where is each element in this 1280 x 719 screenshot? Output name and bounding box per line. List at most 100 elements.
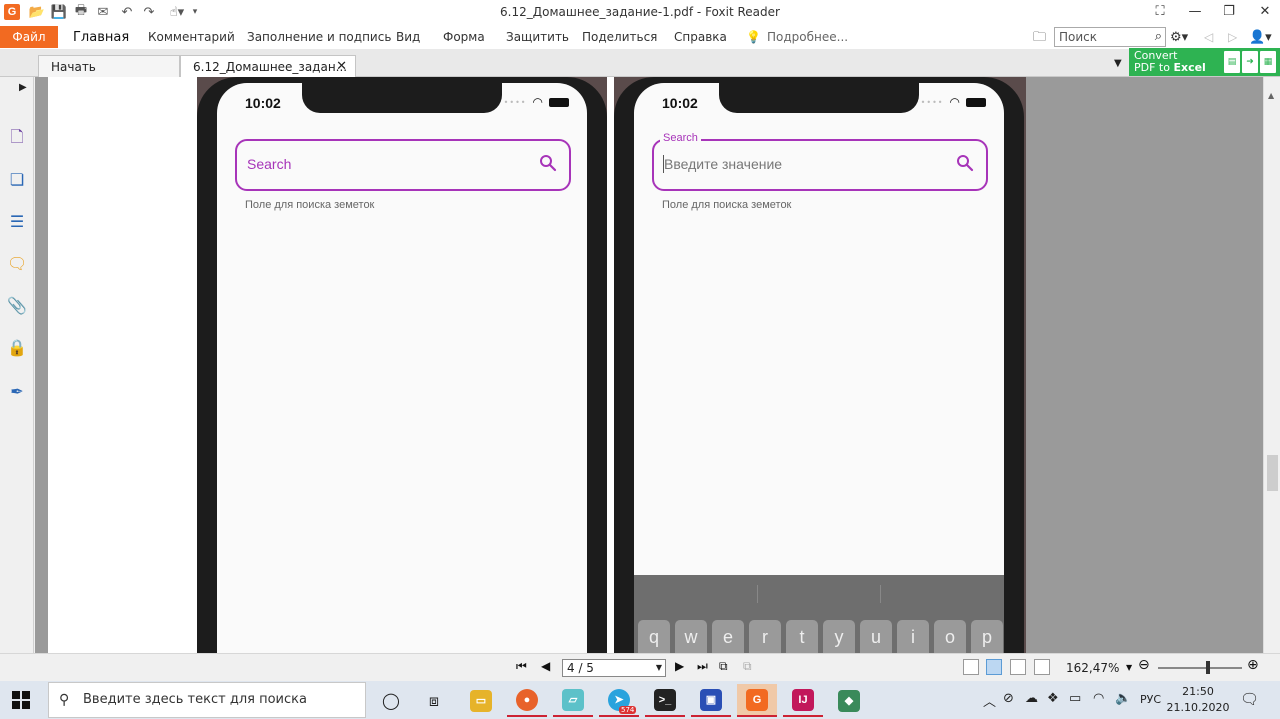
keyboard-suggestion-bar: [634, 575, 1004, 611]
search-magnifier-icon[interactable]: [956, 154, 974, 172]
key-p[interactable]: p: [971, 620, 1003, 653]
menu-form[interactable]: Форма: [443, 25, 485, 49]
search-field-focused[interactable]: Введите значение: [652, 139, 988, 191]
lightbulb-icon: 💡: [746, 30, 761, 44]
previous-page-icon[interactable]: ◀: [541, 659, 550, 673]
action-center-icon[interactable]: 🗨: [1240, 690, 1259, 708]
task-view-icon[interactable]: ⧈: [414, 684, 454, 717]
zoom-dropdown-icon[interactable]: ▼: [1126, 663, 1132, 672]
key-o[interactable]: o: [934, 620, 966, 653]
last-page-icon[interactable]: ⏭: [697, 659, 708, 674]
menu-help[interactable]: Справка: [674, 25, 727, 49]
input-language[interactable]: РУС: [1140, 693, 1161, 706]
menu-protect[interactable]: Защитить: [506, 25, 569, 49]
page-number-input[interactable]: 4 / 5 ▼: [562, 659, 666, 677]
search-field-placeholder: Search: [247, 156, 292, 172]
close-window-button[interactable]: ✕: [1250, 2, 1280, 22]
windows-start-icon[interactable]: [12, 691, 30, 709]
dropbox-icon[interactable]: ❖: [1047, 691, 1059, 706]
key-t[interactable]: t: [786, 620, 818, 653]
menu-home[interactable]: Главная: [73, 25, 129, 49]
continuous-facing-view-icon[interactable]: [1034, 659, 1050, 675]
file-explorer-icon[interactable]: ▭: [461, 684, 501, 717]
show-hidden-icons-chevron[interactable]: ︿: [983, 691, 996, 710]
minimize-button[interactable]: —: [1180, 2, 1210, 22]
key-w[interactable]: w: [675, 620, 707, 653]
scrollbar-thumb[interactable]: [1267, 455, 1278, 491]
menu-fill-sign[interactable]: Заполнение и подпись: [247, 25, 391, 49]
bookmark-page-icon[interactable]: 🗋: [7, 127, 27, 147]
attachments-paperclip-icon[interactable]: 📎: [7, 296, 27, 316]
key-q[interactable]: q: [638, 620, 670, 653]
zoom-in-icon[interactable]: ⊕: [1247, 657, 1259, 673]
network-wifi-icon[interactable]: ◠: [1093, 691, 1104, 706]
cortana-circle-icon[interactable]: ◯: [371, 684, 411, 717]
onedrive-cloud-icon[interactable]: ☁: [1025, 691, 1038, 706]
back-arrow-icon[interactable]: ◁: [1204, 25, 1213, 49]
firefox-icon[interactable]: ●: [507, 684, 547, 717]
key-u[interactable]: u: [860, 620, 892, 653]
document-viewport[interactable]: 10:02 •••• ◠ Search Поле для поиска земе…: [35, 77, 1263, 653]
search-icon[interactable]: ⌕: [1155, 28, 1162, 46]
tabs-dropdown-icon[interactable]: ▼: [1114, 58, 1122, 69]
terminal-icon[interactable]: >_: [645, 684, 685, 717]
first-page-icon[interactable]: ⏮: [516, 659, 527, 674]
key-y[interactable]: y: [823, 620, 855, 653]
tab-document[interactable]: 6.12_Домашнее_задан... ✕: [180, 55, 356, 77]
settings-gear-icon[interactable]: ⚙▾: [1170, 25, 1188, 49]
zoom-slider-track[interactable]: [1158, 667, 1242, 669]
status-bar: ⏮ ◀ 4 / 5 ▼ ▶ ⏭ ⧉ ⧉ 162,47% ▼ ⊖ ⊕: [0, 653, 1280, 681]
zoom-level[interactable]: 162,47%: [1066, 661, 1119, 675]
next-page-icon[interactable]: ▶: [675, 659, 684, 673]
telegram-icon[interactable]: ➤ 574: [599, 684, 639, 717]
vertical-scrollbar[interactable]: ▲: [1263, 77, 1280, 653]
facing-view-icon[interactable]: [1010, 659, 1026, 675]
menu-share[interactable]: Поделиться: [582, 25, 657, 49]
forward-arrow-icon[interactable]: ▷: [1228, 25, 1237, 49]
key-i[interactable]: i: [897, 620, 929, 653]
zoom-slider-knob[interactable]: [1206, 661, 1210, 674]
comments-icon[interactable]: 🗨: [7, 254, 27, 274]
clock-time: 21:50: [1182, 685, 1214, 698]
single-page-view-icon[interactable]: [963, 659, 979, 675]
menu-view[interactable]: Вид: [396, 25, 420, 49]
continuous-view-icon[interactable]: [986, 659, 1002, 675]
find-folder-icon[interactable]: 🗀: [1033, 25, 1046, 49]
tell-me-link[interactable]: Подробнее...: [767, 25, 848, 49]
previous-view-icon[interactable]: ⧉: [719, 659, 728, 674]
signature-pen-icon[interactable]: ✒: [7, 382, 27, 402]
save-disk-app-icon[interactable]: ▣: [691, 684, 731, 717]
volume-speaker-icon[interactable]: 🔈: [1115, 691, 1131, 706]
menu-comment[interactable]: Комментарий: [148, 25, 235, 49]
search-field-unfocused[interactable]: Search: [235, 139, 571, 191]
layout-icon[interactable]: ⛶: [1145, 2, 1175, 22]
search-magnifier-icon[interactable]: [539, 154, 557, 172]
close-tab-icon[interactable]: ✕: [336, 56, 347, 78]
battery-tray-icon[interactable]: ▭: [1069, 691, 1081, 706]
key-e[interactable]: e: [712, 620, 744, 653]
intellij-idea-icon[interactable]: IJ: [783, 684, 823, 717]
file-menu-button[interactable]: Файл: [0, 26, 58, 48]
system-clock[interactable]: 21:50 21.10.2020: [1166, 684, 1230, 716]
tab-start[interactable]: Начать: [38, 55, 180, 77]
page-dropdown-icon[interactable]: ▼: [656, 660, 662, 676]
page-thumbnails-icon[interactable]: ❏: [7, 170, 27, 190]
notes-app-icon[interactable]: ▱: [553, 684, 593, 717]
scroll-up-arrow-icon[interactable]: ▲: [1268, 91, 1274, 100]
convert-pdf-to-excel-banner[interactable]: Convert PDF to Excel ▤ ➜ ▦: [1129, 48, 1280, 76]
tab-start-label: Начать: [51, 60, 96, 74]
screenshot-image-right: 10:02 •••• ◠ Введите значение Search Пол…: [614, 77, 1026, 653]
tray-app-icon[interactable]: ⊘: [1003, 691, 1014, 706]
foxit-taskbar-icon[interactable]: G: [737, 684, 777, 717]
expand-panel-arrow-icon[interactable]: ▶: [19, 82, 27, 93]
ribbon-search-input[interactable]: Поиск ⌕: [1054, 27, 1166, 47]
next-view-icon[interactable]: ⧉: [743, 659, 752, 674]
layers-icon[interactable]: ☰: [7, 212, 27, 232]
restore-button[interactable]: ❐: [1214, 2, 1244, 22]
security-lock-icon[interactable]: 🔒: [7, 338, 27, 358]
android-studio-icon[interactable]: ◆: [829, 684, 869, 717]
taskbar-search-input[interactable]: ⚲ Введите здесь текст для поиска: [48, 682, 366, 718]
zoom-out-icon[interactable]: ⊖: [1138, 657, 1150, 673]
user-account-icon[interactable]: 👤▾: [1249, 25, 1272, 49]
key-r[interactable]: r: [749, 620, 781, 653]
